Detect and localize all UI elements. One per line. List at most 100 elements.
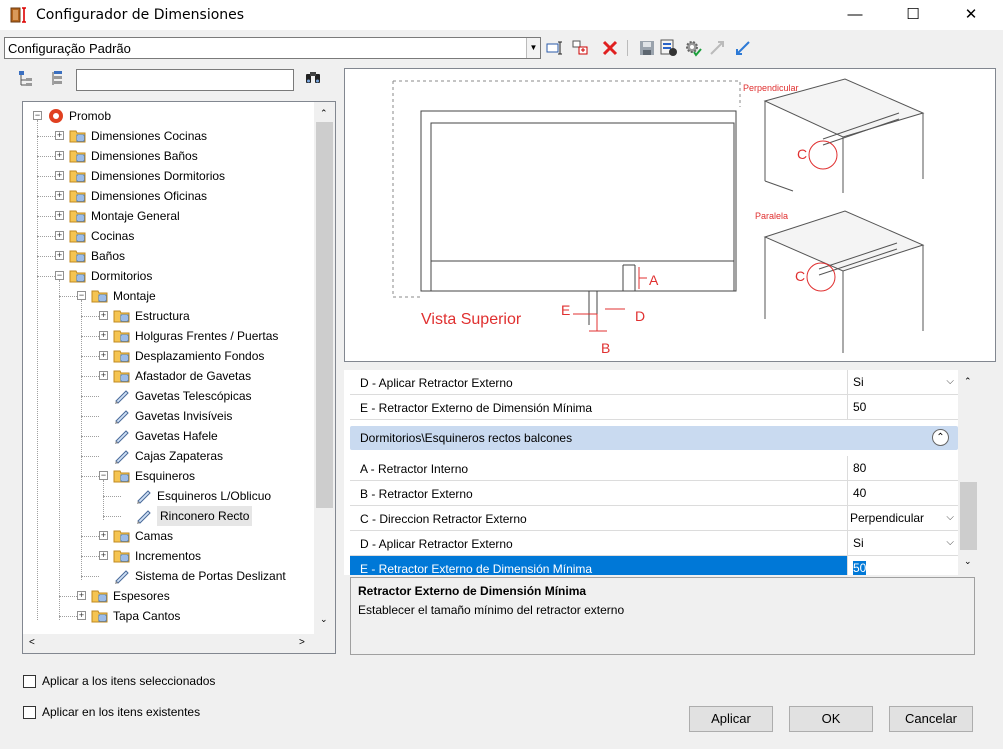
apply-existing-checkbox[interactable]: [23, 706, 36, 719]
category-header[interactable]: Dormitorios\Esquineros rectos balcones ⌃: [350, 426, 958, 450]
property-row[interactable]: C - Direccion Retractor Externo Perpendi…: [350, 506, 958, 531]
ok-button[interactable]: OK: [789, 706, 873, 732]
collapse-node-icon[interactable]: −: [77, 291, 86, 300]
tree-item[interactable]: + Montaje General: [23, 206, 313, 226]
scroll-thumb[interactable]: [960, 482, 977, 550]
tree-item[interactable]: − Esquineros: [23, 466, 313, 486]
new-preset-icon[interactable]: [570, 38, 590, 58]
tree-item[interactable]: + Estructura: [23, 306, 313, 326]
tree-view[interactable]: − Promob + Dimensiones Cocinas + Dimensiones …: [22, 101, 336, 654]
tree-item[interactable]: + Tapa Cantos: [23, 606, 313, 626]
collapse-node-icon[interactable]: −: [33, 111, 42, 120]
property-grid[interactable]: D - Aplicar Retractor Externo Si ⌵ E - Re…: [344, 370, 975, 575]
property-row[interactable]: B - Retractor Externo 40: [350, 481, 958, 506]
tree-item[interactable]: Gavetas Invisíveis: [23, 406, 313, 426]
expand-node-icon[interactable]: +: [55, 171, 64, 180]
property-value[interactable]: Si ⌵: [847, 370, 958, 394]
collapse-tree-icon[interactable]: [18, 70, 34, 88]
property-row[interactable]: D - Aplicar Retractor Externo Si ⌵: [350, 531, 958, 556]
scroll-thumb[interactable]: [316, 122, 333, 508]
expand-tree-icon[interactable]: [52, 70, 64, 88]
property-value[interactable]: 40: [847, 481, 958, 505]
expand-node-icon[interactable]: +: [77, 591, 86, 600]
tree-item[interactable]: Cajas Zapateras: [23, 446, 313, 466]
scroll-down-icon[interactable]: ⌄: [964, 556, 972, 567]
tree-item[interactable]: Esquineros L/Oblicuo: [23, 486, 313, 506]
settings-icon[interactable]: [683, 38, 703, 58]
property-value[interactable]: Perpendicular ⌵: [847, 506, 958, 530]
expand-node-icon[interactable]: +: [55, 191, 64, 200]
minimize-button[interactable]: —: [832, 0, 878, 30]
scroll-right-icon[interactable]: >: [299, 637, 305, 648]
expand-node-icon[interactable]: +: [55, 211, 64, 220]
tree-vertical-scrollbar[interactable]: ⌃ ⌄: [314, 102, 335, 635]
property-value[interactable]: 80: [847, 456, 958, 480]
title-bar: Configurador de Dimensiones — ☐ ✕: [0, 0, 1003, 30]
expand-node-icon[interactable]: +: [99, 531, 108, 540]
rename-icon[interactable]: [545, 38, 565, 58]
tree-item[interactable]: − Dormitorios: [23, 266, 313, 286]
cancel-button[interactable]: Cancelar: [889, 706, 973, 732]
tree-item[interactable]: Gavetas Hafele: [23, 426, 313, 446]
preset-combo[interactable]: Configuração Padrão ▼: [4, 37, 541, 59]
property-row[interactable]: E - Retractor Externo de Dimensión Mínim…: [350, 395, 958, 420]
maximize-button[interactable]: ☐: [890, 0, 936, 30]
close-button[interactable]: ✕: [948, 0, 994, 30]
scroll-up-icon[interactable]: ⌃: [320, 108, 328, 119]
property-row-selected[interactable]: E - Retractor Externo de Dimensión Mínim…: [350, 556, 958, 575]
scroll-up-icon[interactable]: ⌃: [964, 376, 972, 387]
tree-item[interactable]: + Holguras Frentes / Puertas: [23, 326, 313, 346]
expand-node-icon[interactable]: +: [99, 371, 108, 380]
tree-item[interactable]: + Cocinas: [23, 226, 313, 246]
collapse-node-icon[interactable]: −: [99, 471, 108, 480]
tree-item[interactable]: + Incrementos: [23, 546, 313, 566]
property-row[interactable]: A - Retractor Interno 80: [350, 456, 958, 481]
expand-node-icon[interactable]: +: [55, 131, 64, 140]
tree-item[interactable]: + Dimensiones Oficinas: [23, 186, 313, 206]
expand-icon[interactable]: [733, 38, 753, 58]
property-value[interactable]: 50: [847, 395, 958, 419]
expand-node-icon[interactable]: +: [55, 251, 64, 260]
tree-item[interactable]: + Dimensiones Cocinas: [23, 126, 313, 146]
save-icon[interactable]: [637, 38, 657, 58]
tree-item[interactable]: + Camas: [23, 526, 313, 546]
chevron-down-icon[interactable]: ▼: [526, 38, 540, 58]
search-input[interactable]: [76, 69, 294, 91]
scroll-left-icon[interactable]: <: [29, 637, 35, 648]
tree-item[interactable]: − Montaje: [23, 286, 313, 306]
binoculars-icon[interactable]: [305, 70, 321, 87]
expand-node-icon[interactable]: +: [99, 311, 108, 320]
apply-selected-checkbox[interactable]: [23, 675, 36, 688]
expand-node-icon[interactable]: +: [99, 331, 108, 340]
property-value[interactable]: Si ⌵: [847, 531, 958, 555]
tree-item[interactable]: Sistema de Portas Deslizant: [23, 566, 313, 586]
tree-item[interactable]: + Afastador de Gavetas: [23, 366, 313, 386]
collapse-icon[interactable]: [707, 38, 727, 58]
delete-icon[interactable]: [600, 38, 620, 58]
chevron-down-icon[interactable]: ⌵: [946, 506, 954, 530]
property-value-editor[interactable]: 50: [847, 556, 958, 575]
grid-scrollbar[interactable]: ⌃ ⌄: [958, 370, 979, 575]
tree-item[interactable]: + Dimensiones Baños: [23, 146, 313, 166]
tree-item[interactable]: + Desplazamiento Fondos: [23, 346, 313, 366]
expand-node-icon[interactable]: +: [55, 231, 64, 240]
tree-item[interactable]: + Espesores: [23, 586, 313, 606]
chevron-down-icon[interactable]: ⌵: [946, 370, 954, 394]
property-row[interactable]: D - Aplicar Retractor Externo Si ⌵: [350, 370, 958, 395]
expand-node-icon[interactable]: +: [99, 351, 108, 360]
apply-button[interactable]: Aplicar: [689, 706, 773, 732]
scroll-down-icon[interactable]: ⌄: [320, 614, 328, 625]
tree-horizontal-scrollbar[interactable]: < >: [23, 634, 335, 653]
tree-item[interactable]: + Baños: [23, 246, 313, 266]
chevron-down-icon[interactable]: ⌵: [946, 531, 954, 555]
collapse-category-icon[interactable]: ⌃: [932, 429, 949, 446]
export-icon[interactable]: [659, 38, 679, 58]
expand-node-icon[interactable]: +: [99, 551, 108, 560]
collapse-node-icon[interactable]: −: [55, 271, 64, 280]
expand-node-icon[interactable]: +: [55, 151, 64, 160]
tree-item[interactable]: + Dimensiones Dormitorios: [23, 166, 313, 186]
expand-node-icon[interactable]: +: [77, 611, 86, 620]
tree-item[interactable]: − Promob: [23, 106, 313, 126]
tree-item[interactable]: Gavetas Telescópicas: [23, 386, 313, 406]
tree-item[interactable]: Rinconero Recto: [23, 506, 313, 526]
